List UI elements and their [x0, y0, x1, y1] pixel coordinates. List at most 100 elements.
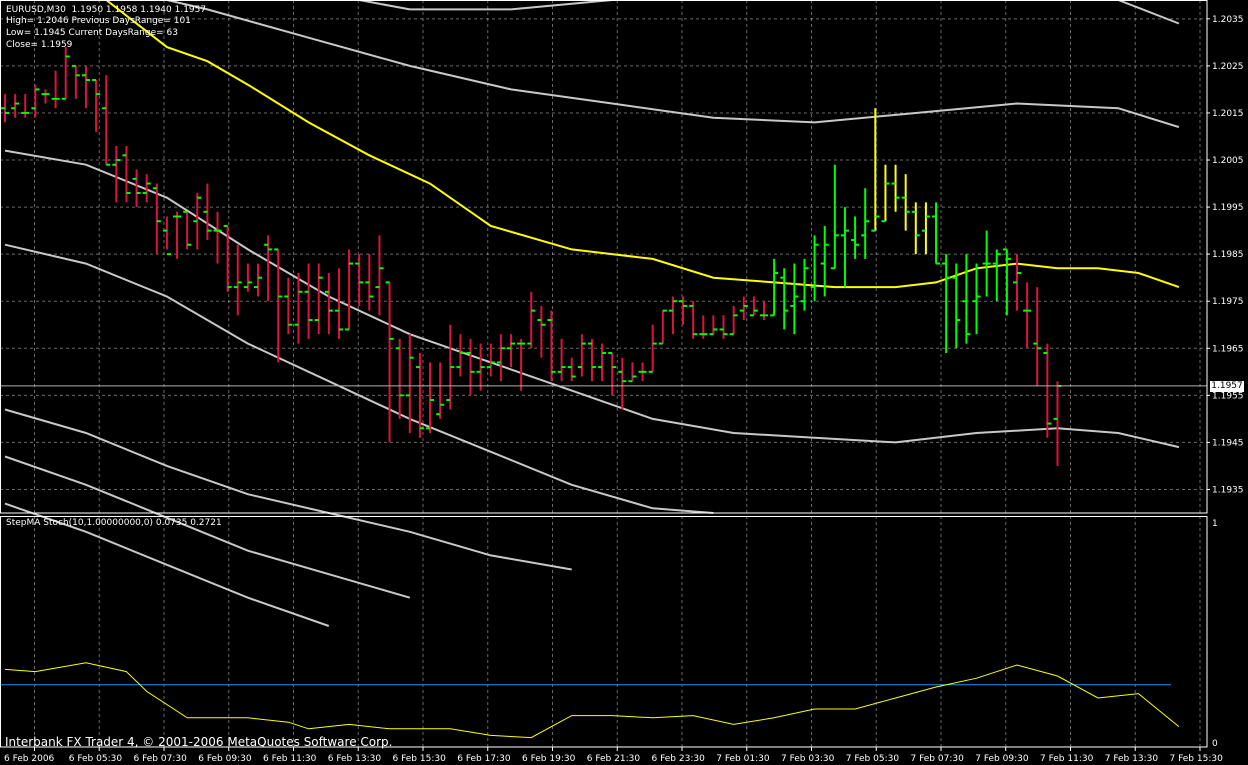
- ohlc-bar: [426, 362, 435, 433]
- stoch-line: [4, 662, 1180, 739]
- ohlc-bar: [840, 207, 849, 288]
- ohlc-bar: [830, 164, 839, 270]
- ohlc-bar: [780, 268, 789, 330]
- ohlc-bar: [61, 47, 70, 100]
- high-line: High= 1.2046 Previous DaysRange= 101: [6, 16, 191, 26]
- ohlc-bar: [496, 334, 505, 382]
- time-label: 6 Feb 15:30: [393, 754, 447, 764]
- ohlc-bar: [749, 296, 758, 317]
- ma-line: [102, 0, 1180, 289]
- price-axis: 1.2035 1.2025 1.2015 1.2005 1.1995 1.1985 1.19…: [1207, 15, 1244, 495]
- time-label: 6 Feb 17:30: [457, 754, 511, 764]
- ohlc-bar: [962, 254, 971, 344]
- moving-average: [102, 0, 1180, 289]
- indicator-axis-label: 0: [1212, 739, 1218, 749]
- price-label: 1.1935: [1212, 485, 1244, 495]
- ohlc-bar: [719, 315, 728, 339]
- price-label: 1.1985: [1212, 250, 1244, 260]
- ohlc-bar: [709, 315, 718, 336]
- time-label: 6 Feb 2006: [4, 754, 55, 764]
- time-label: 6 Feb 11:30: [263, 754, 317, 764]
- time-label: 7 Feb 11:30: [1040, 754, 1094, 764]
- ohlc-bar: [132, 169, 141, 208]
- time-axis: 6 Feb 2006 6 Feb 05:30 6 Feb 07:30 6 Feb 09…: [4, 747, 1223, 764]
- ohlc-bar: [628, 362, 637, 383]
- ohlc-bar: [92, 79, 101, 132]
- ohlc-bar: [11, 94, 20, 118]
- price-label: 1.1945: [1212, 438, 1244, 448]
- indicator-axis: 10: [1212, 519, 1218, 749]
- low-line: Low= 1.1945 Current DaysRange= 63: [6, 28, 178, 38]
- ohlc-bar: [942, 254, 951, 353]
- ohlc-bar: [992, 249, 1001, 302]
- ohlc-bar: [395, 338, 404, 419]
- time-label: 6 Feb 23:30: [652, 754, 706, 764]
- ohlc-bar: [699, 315, 708, 339]
- ohlc-bar: [1013, 254, 1021, 311]
- price-label: 1.1995: [1212, 203, 1244, 213]
- ohlc-bar: [891, 164, 900, 212]
- ohlc-bar: [911, 202, 920, 255]
- ohlc-bar: [689, 301, 698, 339]
- main-panel-border: [0, 0, 1208, 514]
- ohlc-bar: [375, 235, 384, 316]
- ohlc-bar: [658, 309, 667, 345]
- ohlc-bar: [264, 235, 273, 302]
- ohlc-bar: [972, 263, 981, 335]
- ohlc-bar: [1023, 282, 1032, 349]
- ohlc-bar: [598, 343, 607, 382]
- price-label: 1.1965: [1212, 344, 1244, 354]
- ohlc-bar: [1043, 343, 1052, 438]
- stoch-line: [0, 662, 1180, 739]
- ohlc-bar: [982, 230, 991, 297]
- price-label: 1.2015: [1212, 109, 1244, 119]
- ohlc-bar: [861, 188, 870, 259]
- ohlc-bar: [668, 296, 677, 335]
- ohlc-bar: [203, 183, 212, 241]
- ohlc-bar: [122, 145, 131, 203]
- time-label: 7 Feb 07:30: [911, 754, 965, 764]
- time-label: 6 Feb 13:30: [328, 754, 382, 764]
- ohlc-bar: [102, 75, 111, 166]
- ohlc-bar: [284, 277, 293, 335]
- ohlc-bar: [608, 351, 617, 396]
- close-line: Close= 1.1959: [6, 40, 73, 50]
- ohlc-bar: [790, 263, 799, 335]
- ohlc-bar: [385, 281, 394, 443]
- ohlc-bar: [851, 216, 860, 259]
- ohlc-bar: [557, 338, 566, 382]
- ohlc-bar: [517, 338, 526, 391]
- time-label: 7 Feb 03:30: [781, 754, 835, 764]
- ohlc-bar: [112, 145, 121, 203]
- ohlc-bars: [0, 47, 1207, 466]
- ohlc-bar: [183, 210, 192, 250]
- time-label: 7 Feb 01:30: [716, 754, 770, 764]
- ohlc-bar: [547, 310, 556, 382]
- time-label: 7 Feb 09:30: [975, 754, 1029, 764]
- trading-chart[interactable]: 1.2035 1.2025 1.2015 1.2005 1.1995 1.1985 1.19…: [0, 0, 1248, 765]
- time-label: 7 Feb 13:30: [1105, 754, 1159, 764]
- ohlc-bar: [173, 211, 182, 259]
- ohlc-bar: [81, 65, 90, 109]
- ohlc-bar: [304, 263, 313, 339]
- indicator-panel-border: [0, 516, 1208, 748]
- time-label: 6 Feb 19:30: [522, 754, 576, 764]
- indicator-grid: [34, 516, 1201, 747]
- ohlc-bar: [881, 164, 890, 223]
- ohlc-bar: [233, 244, 242, 316]
- ohlc-bar: [314, 263, 323, 335]
- ohlc-bar: [587, 338, 596, 382]
- band-line: [4, 149, 1180, 449]
- ohlc-bar: [618, 357, 627, 410]
- main-grid: [0, 0, 1207, 513]
- ohlc-bar: [567, 357, 576, 382]
- ohlc-bar: [1002, 248, 1011, 316]
- ohlc-bar: [355, 254, 364, 306]
- current-price-tag: 1.1957: [1210, 381, 1244, 392]
- ohlc-bar: [729, 305, 738, 336]
- ohlc-bar: [577, 334, 586, 377]
- ohlc-bar: [476, 343, 485, 391]
- ohlc-bar: [921, 202, 930, 255]
- ohlc-bar: [1053, 381, 1062, 466]
- ohlc-bar: [365, 254, 374, 311]
